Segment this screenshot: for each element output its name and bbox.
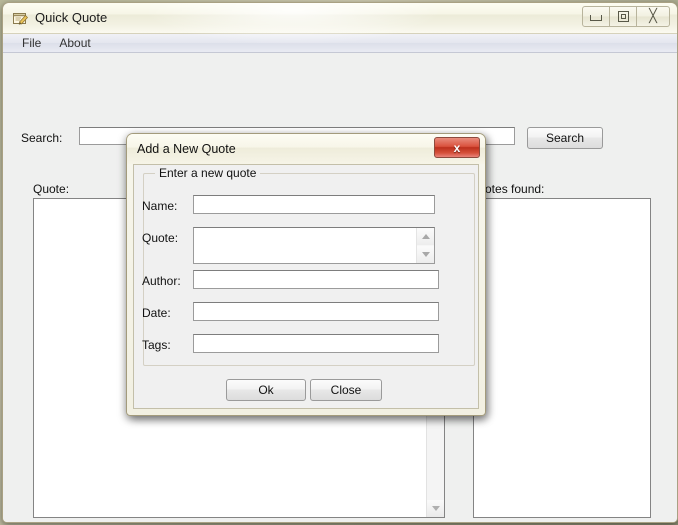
menu-bar: File About: [3, 34, 677, 53]
close-button[interactable]: ╳: [637, 6, 670, 27]
ok-button-label: Ok: [258, 383, 274, 397]
close-button-label: Close: [330, 383, 362, 397]
scroll-up-button[interactable]: [417, 228, 434, 245]
quotes-found-list[interactable]: [473, 198, 651, 518]
name-input[interactable]: [193, 195, 435, 214]
maximize-button[interactable]: [610, 6, 637, 27]
chevron-down-icon: [431, 506, 440, 511]
window-controls: ╳: [582, 6, 670, 27]
window-title-bar[interactable]: Quick Quote ╳: [3, 3, 677, 45]
chevron-down-icon: [421, 252, 430, 257]
search-button[interactable]: Search: [527, 127, 603, 149]
scroll-down-button[interactable]: [417, 246, 434, 263]
search-button-label: Search: [545, 131, 585, 145]
close-icon: ╳: [649, 9, 657, 24]
dialog-close-action-button[interactable]: Close: [310, 379, 382, 401]
quote-field-label: Quote:: [142, 231, 179, 245]
quote-input-scrollbar[interactable]: [416, 228, 434, 263]
menu-item-about[interactable]: About: [50, 35, 99, 51]
groupbox-label: Enter a new quote: [155, 166, 261, 180]
search-label: Search:: [21, 131, 63, 145]
date-input[interactable]: [193, 302, 439, 321]
quote-label: Quote:: [33, 182, 70, 196]
scroll-down-button[interactable]: [427, 500, 444, 517]
page-title: Quick Quote: [35, 10, 108, 25]
quote-textarea-wrapper: [193, 227, 435, 264]
ok-button[interactable]: Ok: [226, 379, 306, 401]
menu-item-file[interactable]: File: [13, 35, 50, 51]
close-icon: x: [453, 140, 461, 155]
minimize-icon: [590, 15, 602, 21]
chevron-up-icon: [421, 234, 430, 239]
tags-field-label: Tags:: [142, 338, 171, 352]
name-field-label: Name:: [142, 199, 178, 213]
date-field-label: Date:: [142, 306, 171, 320]
notepad-pencil-icon: [13, 13, 28, 25]
dialog-close-button[interactable]: x: [434, 137, 480, 158]
author-field-label: Author:: [142, 274, 181, 288]
minimize-button[interactable]: [582, 6, 610, 27]
author-input[interactable]: [193, 270, 439, 289]
maximize-icon: [617, 11, 629, 22]
dialog-title-bar[interactable]: Add a New Quote x: [127, 134, 485, 164]
quote-input[interactable]: [194, 228, 417, 263]
dialog-title: Add a New Quote: [137, 142, 236, 156]
tags-input[interactable]: [193, 334, 439, 353]
